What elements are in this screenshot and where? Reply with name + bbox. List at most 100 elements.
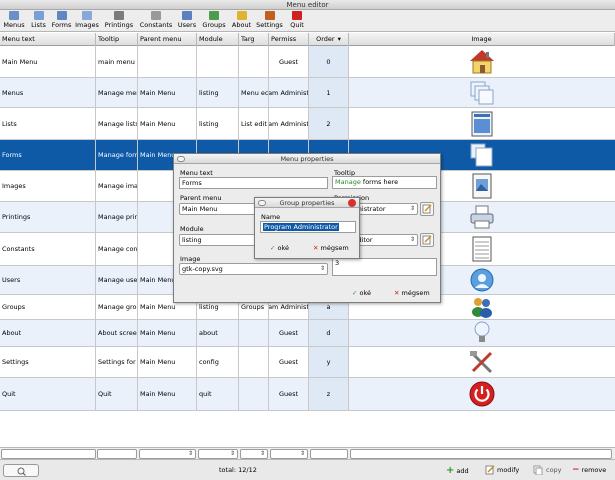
add-button[interactable]: + add	[446, 465, 469, 476]
list-window-icon	[349, 108, 615, 139]
group-name-label: Name	[261, 213, 281, 221]
group-properties-dialog: Group properties Name Program Administra…	[254, 197, 360, 259]
search-button[interactable]	[3, 464, 39, 477]
settings-icon	[264, 11, 275, 20]
filter-module[interactable]: ⇕	[198, 449, 238, 459]
add-icon: +	[446, 465, 455, 476]
permission-edit-button[interactable]	[420, 202, 434, 216]
cell-text: Lists	[0, 108, 96, 139]
column-header-5[interactable]: Permiss	[269, 33, 309, 46]
filter-image[interactable]	[350, 449, 612, 459]
menu-dialog-close-icon[interactable]	[177, 156, 185, 162]
remove-icon: −	[572, 465, 580, 475]
column-header-7[interactable]: Image	[349, 33, 615, 46]
cell-order: d	[309, 320, 349, 346]
cell-tooltip: Manage imag	[96, 171, 138, 201]
column-header-2[interactable]: Parent menu	[138, 33, 197, 46]
column-header-0[interactable]: Menu text	[0, 33, 96, 46]
toolbar-images-button[interactable]: Images	[74, 11, 100, 31]
group-dialog-titlebar: Group properties	[255, 198, 359, 208]
target-select-arrow-icon: ⇕	[409, 236, 415, 243]
toolbar-constants-button[interactable]: Constants	[139, 11, 173, 31]
filter-target[interactable]: ⇕	[240, 449, 268, 459]
cell-tooltip: Manage lists	[96, 108, 138, 139]
cell-module: about	[197, 320, 239, 346]
image-select-arrow-icon: ⇕	[319, 265, 325, 272]
toolbar-lists-button[interactable]: Lists	[28, 11, 49, 31]
group-cancel-button[interactable]: ✕ mégsem	[313, 243, 349, 253]
cell-tooltip: main menu	[96, 46, 138, 77]
cell-module: quit	[197, 378, 239, 410]
cell-target: List edit	[239, 108, 269, 139]
total-count: total: 12/12	[219, 466, 257, 474]
toolbar-menus-button[interactable]: Menus	[1, 11, 27, 31]
cell-target: Menu ec	[239, 78, 269, 107]
cell-text: Main Menu	[0, 46, 96, 77]
cell-perm: Guest	[269, 378, 309, 410]
toolbar-about-button[interactable]: About	[229, 11, 254, 31]
filter-parent[interactable]: ⇕	[139, 449, 196, 459]
group-dialog-close-icon[interactable]	[348, 199, 356, 207]
cell-text: Settings	[0, 347, 96, 377]
cell-parent: Main Menu	[138, 78, 197, 107]
image-select[interactable]: gtk-copy.svg ⇕	[179, 263, 328, 275]
filter-permission[interactable]: ⇕	[270, 449, 308, 459]
cell-order: 2	[309, 108, 349, 139]
cell-text: Menus	[0, 78, 96, 107]
filter-tooltip[interactable]	[97, 449, 137, 459]
menu-cancel-button[interactable]: ✕ mégsem	[394, 288, 430, 298]
toolbar-settings-button[interactable]: Settings	[255, 11, 284, 31]
cell-perm: Guest	[269, 320, 309, 346]
order-field[interactable]: 3	[332, 258, 437, 276]
menu-text-field[interactable]: Forms	[179, 177, 328, 189]
cell-tooltip: Manage use	[96, 266, 138, 294]
column-header-3[interactable]: Module	[197, 33, 239, 46]
cell-text: About	[0, 320, 96, 346]
cell-order: 0	[309, 46, 349, 77]
column-header-6[interactable]: Order ▾	[309, 33, 349, 46]
lists-icon	[33, 11, 44, 20]
cell-parent	[138, 46, 197, 77]
column-header-4[interactable]: Targ	[239, 33, 269, 46]
ok-icon: ✓	[270, 244, 276, 252]
menu-dialog-titlebar: Menu properties	[174, 154, 440, 164]
table-row[interactable]: Main Menu main menu Guest 0	[0, 46, 615, 78]
group-ok-button[interactable]: ✓ oké	[270, 243, 289, 253]
remove-button[interactable]: − remove	[572, 465, 606, 475]
copy-button[interactable]: copy	[533, 465, 562, 475]
table-row[interactable]: About About scree Main Menu about Guest d	[0, 320, 615, 347]
modify-button[interactable]: modify	[485, 465, 519, 475]
cell-module	[197, 46, 239, 77]
quit-icon	[292, 11, 302, 20]
table-row[interactable]: Lists Manage lists Main Menu listing List ed…	[0, 108, 615, 140]
cell-order: z	[309, 378, 349, 410]
column-header-1[interactable]: Tooltip	[96, 33, 138, 46]
toolbar-printings-button[interactable]: Printings	[101, 11, 137, 31]
image-label: Image	[180, 255, 201, 263]
cell-text: Images	[0, 171, 96, 201]
table-row[interactable]: Quit Quit Main Menu quit Guest z	[0, 378, 615, 411]
constants-icon	[151, 11, 161, 20]
toolbar-users-button[interactable]: Users	[175, 11, 199, 31]
target-edit-button[interactable]	[420, 233, 434, 247]
cell-module: listing	[197, 108, 239, 139]
toolbar-forms-button[interactable]: Forms	[50, 11, 73, 31]
cell-text: Printings	[0, 202, 96, 232]
toolbar-groups-button[interactable]: Groups	[200, 11, 228, 31]
cell-order: 1	[309, 78, 349, 107]
about-icon	[236, 11, 247, 20]
table-row[interactable]: Menus Manage mer Main Menu listing Menu ec am…	[0, 78, 615, 108]
filter-menu-text[interactable]	[1, 449, 96, 459]
cell-target	[239, 347, 269, 377]
edit-icon	[422, 235, 432, 245]
filter-order[interactable]	[310, 449, 348, 459]
tooltip-field[interactable]: Manage forms here	[332, 176, 437, 189]
group-dialog-menu-icon[interactable]	[258, 200, 266, 206]
menu-ok-button[interactable]: ✓ oké	[352, 288, 371, 298]
house-icon	[349, 46, 615, 77]
toolbar-quit-button[interactable]: Quit	[286, 11, 308, 31]
table-row[interactable]: Settings Settings for Main Menu config Guest…	[0, 347, 615, 378]
cell-target	[239, 378, 269, 410]
search-icon	[17, 467, 26, 476]
group-name-field[interactable]: Program Administrator	[260, 221, 356, 233]
